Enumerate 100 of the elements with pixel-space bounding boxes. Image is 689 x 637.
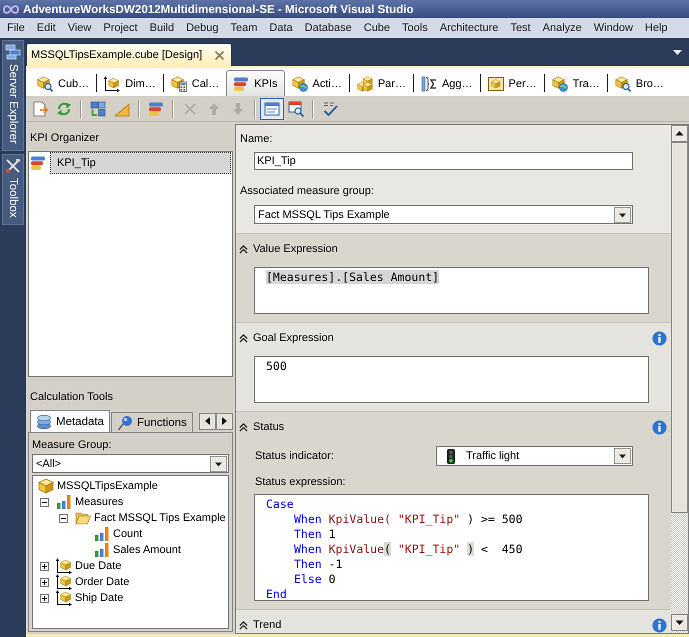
cube-globe-icon — [552, 76, 568, 92]
designer-tab[interactable]: Agg… — [414, 70, 480, 96]
right-triangle-icon — [222, 417, 227, 425]
expression-editor[interactable]: Case When KpiValue( "KPI_Tip" ) >= 500 Then 1 When KpiValue( "KPI_Tip" ) < 450 Then -1 Else 0 End — [254, 494, 649, 601]
tree-item[interactable]: Count — [113, 528, 142, 540]
menu-item[interactable]: View — [62, 22, 98, 34]
layers-icon — [36, 414, 52, 430]
cube-axes-icon — [56, 574, 72, 590]
menu-item[interactable]: Analyze — [536, 22, 588, 34]
section-title: Value Expression — [253, 243, 338, 255]
designer-tab[interactable]: Acti… — [284, 70, 349, 96]
expression-editor[interactable]: [Measures].[Sales Amount] — [254, 267, 649, 314]
traffic-light-icon — [447, 448, 455, 464]
side-tab[interactable]: Toolbox — [2, 154, 24, 225]
calc-tab[interactable]: Metadata — [30, 410, 110, 432]
cube-magnifier-icon — [37, 76, 53, 92]
menu-item[interactable]: Architecture — [434, 22, 504, 34]
code-line: Else 0 — [293, 572, 337, 587]
cube-icon — [38, 478, 54, 494]
scroll-thumb[interactable] — [671, 142, 688, 513]
designer-tab[interactable]: Tra… — [544, 70, 607, 96]
name-field[interactable]: KPI_Tip — [254, 152, 633, 170]
delete-icon — [182, 100, 198, 116]
code-line: When KpiValue( "KPI_Tip" ) >= 500 — [293, 512, 524, 527]
field-label: Status indicator: — [255, 450, 334, 462]
vertical-scrollbar[interactable] — [671, 125, 688, 633]
double-chevron-up-icon[interactable] — [239, 334, 248, 342]
tree-item[interactable]: Order Date — [75, 576, 130, 588]
expand-icon[interactable] — [40, 578, 49, 586]
scroll-down-icon[interactable] — [671, 614, 688, 631]
tree-item[interactable]: Measures — [75, 496, 124, 508]
stacked-bars-icon — [233, 76, 250, 92]
designer-tab[interactable]: KPIs — [226, 70, 284, 96]
stacked-bars-icon — [148, 100, 164, 116]
code-line: 500 — [266, 359, 288, 374]
bar-chart-icon — [94, 526, 110, 542]
measure-group-dropdown[interactable]: <All> — [32, 454, 229, 473]
section-title: Trend — [253, 619, 282, 631]
menu-item[interactable]: Window — [588, 22, 639, 34]
menu-item[interactable]: Debug — [180, 22, 224, 34]
expand-icon[interactable] — [40, 594, 49, 602]
code-line: Then -1 — [293, 557, 344, 572]
expand-icon[interactable] — [40, 562, 49, 570]
form-view-icon — [264, 100, 280, 116]
panel-title: Calculation Tools — [30, 391, 113, 403]
menu-item[interactable]: Help — [638, 22, 674, 34]
infinity-icon — [3, 4, 19, 14]
cube-frame-icon — [488, 76, 504, 92]
menu-item[interactable]: Test — [504, 22, 537, 34]
close-icon[interactable] — [214, 50, 226, 60]
cube-axes-icon — [104, 76, 120, 92]
cube-axes-icon — [56, 590, 72, 606]
designer-tab[interactable]: Cal… — [164, 70, 226, 96]
designer-tab[interactable]: Per… — [480, 70, 544, 96]
tree-item[interactable]: Fact MSSQL Tips Example — [94, 512, 226, 524]
squares-arrow-icon — [90, 100, 106, 116]
designer-tab[interactable]: Par… — [350, 70, 413, 96]
double-chevron-up-icon[interactable] — [239, 422, 248, 432]
kpi-list-item[interactable]: KPI_Tip — [50, 152, 231, 174]
menu-item[interactable]: Data — [263, 22, 299, 34]
stacked-bars-icon — [30, 155, 46, 171]
designer-tab[interactable]: Cub… — [30, 70, 96, 96]
menu-item[interactable]: Team — [224, 22, 264, 34]
status-indicator-dropdown[interactable]: Traffic light — [436, 446, 633, 466]
code-line: Then 1 — [293, 527, 337, 542]
tab-scroll-right-button[interactable] — [216, 412, 233, 430]
menu-item[interactable]: Database — [298, 22, 358, 34]
code-line: When KpiValue( "KPI_Tip" ) < 450 — [293, 542, 524, 557]
toolbar-button[interactable] — [260, 98, 284, 120]
folder-icon — [75, 510, 91, 526]
collapse-icon[interactable] — [59, 514, 68, 522]
menu-item[interactable]: Edit — [30, 22, 62, 34]
calc-tab[interactable]: Functions — [110, 412, 193, 432]
measure-group-dropdown[interactable]: Fact MSSQL Tips Example — [254, 205, 633, 224]
menu-item[interactable]: Cube — [358, 22, 396, 34]
collapse-icon[interactable] — [40, 498, 49, 506]
side-tab[interactable]: Server Explorer — [2, 40, 24, 151]
dropdown-arrow-icon[interactable] — [673, 50, 682, 54]
double-chevron-up-icon[interactable] — [239, 244, 248, 254]
designer-tab[interactable]: Bro… — [608, 70, 671, 96]
cube-globe-icon — [292, 76, 308, 92]
designer-tab[interactable]: Dim… — [97, 70, 163, 96]
menu-item[interactable]: Build — [144, 22, 180, 34]
scroll-up-icon[interactable] — [671, 125, 688, 142]
tree-item[interactable]: Sales Amount — [113, 544, 181, 556]
menu-item[interactable]: Tools — [396, 22, 434, 34]
bar-chart-icon — [94, 542, 110, 558]
tab-scroll-left-button[interactable] — [199, 412, 216, 430]
menu-item[interactable]: File — [1, 22, 31, 34]
field-label: Name: — [240, 132, 272, 147]
pin-icon — [116, 414, 133, 430]
tree-item[interactable]: Due Date — [75, 560, 122, 572]
menu-item[interactable]: Project — [97, 22, 144, 34]
expression-editor[interactable]: 500 — [254, 356, 649, 403]
tree-item[interactable]: Ship Date — [75, 592, 124, 604]
document-tab[interactable]: MSSQLTipsExample.cube [Design] — [27, 44, 232, 66]
double-chevron-up-icon[interactable] — [239, 620, 248, 630]
panel-title: KPI Organizer — [30, 132, 100, 144]
field-label: Associated measure group: — [240, 184, 374, 199]
tree-item[interactable]: MSSQLTipsExample — [57, 480, 158, 492]
